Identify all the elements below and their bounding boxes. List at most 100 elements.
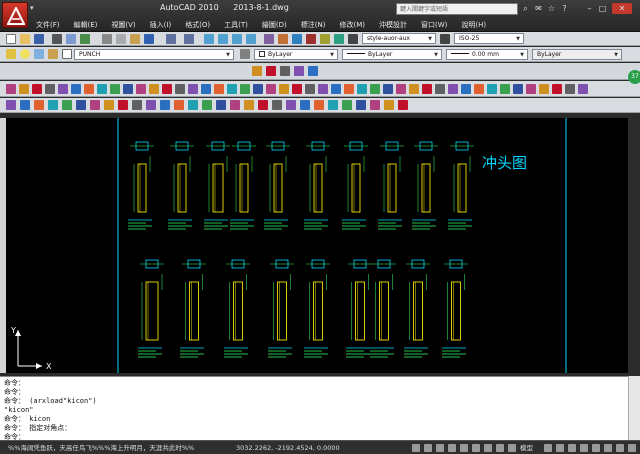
draw-tool-icon[interactable] xyxy=(34,100,44,110)
modify-tool-icon[interactable] xyxy=(188,84,198,94)
search-icon[interactable]: ⌕ xyxy=(520,3,531,14)
menu-tools[interactable]: 工具(T) xyxy=(224,20,248,31)
modify-tool-icon[interactable] xyxy=(461,84,471,94)
modify-tool-icon[interactable] xyxy=(409,84,419,94)
modify-tool-icon[interactable] xyxy=(539,84,549,94)
save-icon[interactable] xyxy=(34,34,44,44)
new-file-icon[interactable] xyxy=(6,34,16,44)
menu-file[interactable]: 文件(F) xyxy=(36,20,60,31)
draw-tool-icon[interactable] xyxy=(356,100,366,110)
modify-tool-icon[interactable] xyxy=(344,84,354,94)
lineweight-toggle-icon[interactable] xyxy=(508,444,516,452)
zoom-previous-icon[interactable] xyxy=(246,34,256,44)
application-menu-button[interactable] xyxy=(2,2,28,28)
draw-tool-icon[interactable] xyxy=(216,100,226,110)
publish-icon[interactable] xyxy=(80,34,90,44)
menu-insert[interactable]: 插入(I) xyxy=(150,20,172,31)
die-tool-icon[interactable] xyxy=(280,66,290,76)
draw-tool-icon[interactable] xyxy=(6,100,16,110)
modify-tool-icon[interactable] xyxy=(292,84,302,94)
modify-tool-icon[interactable] xyxy=(396,84,406,94)
modify-tool-icon[interactable] xyxy=(500,84,510,94)
match-properties-icon[interactable] xyxy=(144,34,154,44)
polar-icon[interactable] xyxy=(448,444,456,452)
menu-view[interactable]: 視圖(V) xyxy=(111,20,135,31)
modify-tool-icon[interactable] xyxy=(513,84,523,94)
draw-tool-icon[interactable] xyxy=(160,100,170,110)
menu-window[interactable]: 窗口(W) xyxy=(421,20,447,31)
modify-tool-icon[interactable] xyxy=(58,84,68,94)
properties-icon[interactable] xyxy=(264,34,274,44)
print-icon[interactable] xyxy=(52,34,62,44)
menu-die-design[interactable]: 沖模設計 xyxy=(379,20,407,31)
draw-tool-icon[interactable] xyxy=(48,100,58,110)
modify-tool-icon[interactable] xyxy=(162,84,172,94)
pan-status-icon[interactable] xyxy=(568,444,576,452)
command-scrollbar[interactable] xyxy=(628,376,640,440)
modify-tool-icon[interactable] xyxy=(19,84,29,94)
open-file-icon[interactable] xyxy=(20,34,30,44)
die-tool-icon[interactable] xyxy=(266,66,276,76)
modify-tool-icon[interactable] xyxy=(71,84,81,94)
modify-tool-icon[interactable] xyxy=(422,84,432,94)
redo-icon[interactable] xyxy=(184,34,194,44)
modify-tool-icon[interactable] xyxy=(305,84,315,94)
make-current-layer-icon[interactable] xyxy=(240,49,250,59)
dyn-icon[interactable] xyxy=(496,444,504,452)
clean-screen-icon[interactable] xyxy=(628,444,636,452)
draw-tool-icon[interactable] xyxy=(118,100,128,110)
modify-tool-icon[interactable] xyxy=(370,84,380,94)
draw-tool-icon[interactable] xyxy=(188,100,198,110)
modify-tool-icon[interactable] xyxy=(266,84,276,94)
draw-tool-icon[interactable] xyxy=(62,100,72,110)
notification-badge[interactable]: 37 xyxy=(628,70,640,84)
sun-freeze-icon[interactable] xyxy=(34,49,44,59)
modify-tool-icon[interactable] xyxy=(123,84,133,94)
zoom-window-icon[interactable] xyxy=(232,34,242,44)
modify-tool-icon[interactable] xyxy=(487,84,497,94)
close-icon[interactable]: ✕ xyxy=(612,3,632,14)
modify-tool-icon[interactable] xyxy=(318,84,328,94)
menu-draw[interactable]: 繪圖(D) xyxy=(262,20,287,31)
modify-tool-icon[interactable] xyxy=(6,84,16,94)
menu-help[interactable]: 說明(H) xyxy=(461,20,486,31)
menu-dimension[interactable]: 標注(N) xyxy=(301,20,326,31)
otrack-icon[interactable] xyxy=(472,444,480,452)
die-tool-icon[interactable] xyxy=(252,66,262,76)
draw-tool-icon[interactable] xyxy=(314,100,324,110)
layer-manager-icon[interactable] xyxy=(6,49,16,59)
ortho-icon[interactable] xyxy=(436,444,444,452)
modify-tool-icon[interactable] xyxy=(136,84,146,94)
draw-tool-icon[interactable] xyxy=(76,100,86,110)
draw-tool-icon[interactable] xyxy=(384,100,394,110)
copy-icon[interactable] xyxy=(116,34,126,44)
modify-tool-icon[interactable] xyxy=(448,84,458,94)
help-icon[interactable]: ? xyxy=(559,3,570,14)
modify-tool-icon[interactable] xyxy=(578,84,588,94)
modify-tool-icon[interactable] xyxy=(279,84,289,94)
modify-tool-icon[interactable] xyxy=(149,84,159,94)
markup-icon[interactable] xyxy=(320,34,330,44)
draw-tool-icon[interactable] xyxy=(342,100,352,110)
draw-tool-icon[interactable] xyxy=(300,100,310,110)
modify-tool-icon[interactable] xyxy=(84,84,94,94)
modify-tool-icon[interactable] xyxy=(565,84,575,94)
quick-view-icon[interactable] xyxy=(556,444,564,452)
draw-tool-icon[interactable] xyxy=(20,100,30,110)
draw-tool-icon[interactable] xyxy=(258,100,268,110)
modify-tool-icon[interactable] xyxy=(201,84,211,94)
layer-select[interactable]: PUNCH ▼ xyxy=(74,49,234,60)
help-search-input[interactable]: 鍵入關鍵字或短語 xyxy=(396,3,518,15)
modify-tool-icon[interactable] xyxy=(383,84,393,94)
modify-tool-icon[interactable] xyxy=(110,84,120,94)
draw-tool-icon[interactable] xyxy=(104,100,114,110)
annotation-scale-icon[interactable] xyxy=(592,444,600,452)
draw-tool-icon[interactable] xyxy=(90,100,100,110)
modify-tool-icon[interactable] xyxy=(253,84,263,94)
modify-tool-icon[interactable] xyxy=(97,84,107,94)
tool-palettes-icon[interactable] xyxy=(292,34,302,44)
draw-tool-icon[interactable] xyxy=(146,100,156,110)
quick-access-dropdown-icon[interactable]: ▾ xyxy=(30,4,40,16)
favorites-icon[interactable]: ☆ xyxy=(546,3,557,14)
zoom-status-icon[interactable] xyxy=(580,444,588,452)
